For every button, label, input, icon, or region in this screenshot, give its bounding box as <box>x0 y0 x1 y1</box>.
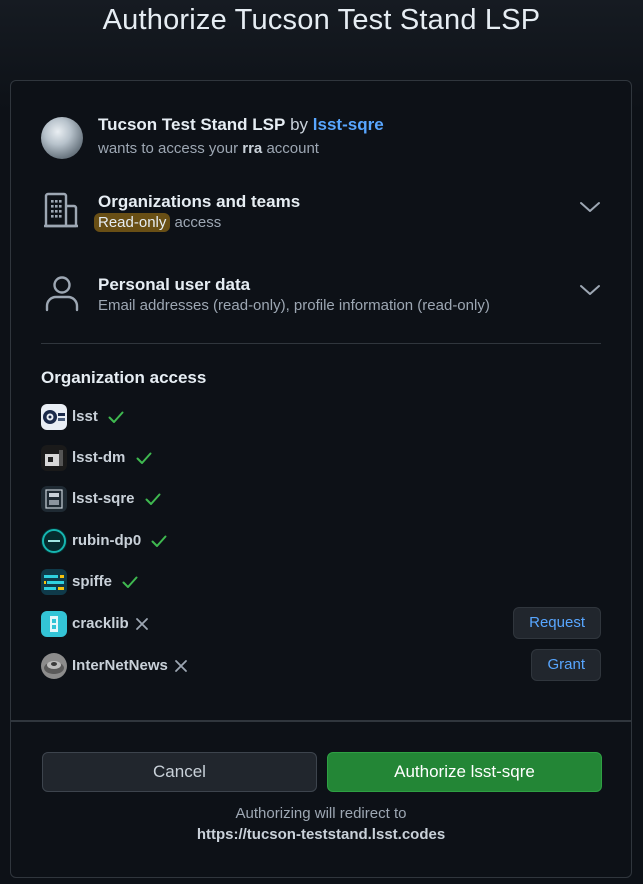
access-prefix: wants to access your <box>98 140 239 157</box>
permission-title-user: Personal user data <box>98 275 251 294</box>
org-name: InterNetNews <box>72 657 168 674</box>
org-avatar <box>41 486 67 512</box>
org-row-lsst-dm: lsst-dm <box>41 441 601 475</box>
org-row-lsst: lsst <box>41 400 601 434</box>
grant-access-button[interactable]: Grant <box>531 649 601 681</box>
check-icon <box>122 574 138 590</box>
org-name: spiffe <box>72 573 113 590</box>
authorize-button[interactable]: Authorize lsst-sqre <box>327 752 602 792</box>
authorize-card: Tucson Test Stand LSP by lsst-sqre wants… <box>10 80 632 878</box>
org-name: cracklib <box>72 615 129 632</box>
org-row-cracklib: cracklib Request <box>41 607 601 641</box>
org-row-spiffe: spiffe <box>41 565 601 599</box>
account-name: rra <box>242 140 263 157</box>
org-avatar <box>41 528 67 554</box>
org-row-internetnews: InterNetNews Grant <box>41 649 601 683</box>
org-row-rubin-dp0: rubin-dp0 <box>41 524 601 558</box>
organization-icon <box>43 191 81 229</box>
cancel-button[interactable]: Cancel <box>42 752 317 792</box>
org-name: rubin-dp0 <box>72 532 142 549</box>
org-name: lsst-dm <box>72 449 126 466</box>
org-avatar <box>41 569 67 595</box>
by-label: by <box>290 115 309 134</box>
permission-desc-orgs: Read-only access <box>94 213 222 232</box>
permission-title-orgs: Organizations and teams <box>98 192 301 211</box>
page-title: Authorize Tucson Test Stand LSP <box>102 4 541 36</box>
app-heading: Tucson Test Stand LSP by lsst-sqre <box>98 115 384 135</box>
org-access-heading: Organization access <box>41 368 207 387</box>
person-icon <box>43 274 81 312</box>
redirect-url: https://tucson-teststand.lsst.codes <box>196 826 446 843</box>
org-avatar <box>41 611 67 637</box>
x-icon <box>134 616 150 632</box>
check-icon <box>145 491 161 507</box>
redirect-note: Authorizing will redirect to <box>235 805 407 822</box>
org-avatar <box>41 653 67 679</box>
app-owner-link[interactable]: lsst-sqre <box>313 115 384 134</box>
app-name: Tucson Test Stand LSP <box>98 115 286 134</box>
check-icon <box>136 450 152 466</box>
read-only-highlight: Read-only <box>94 213 171 232</box>
org-row-lsst-sqre: lsst-sqre <box>41 482 601 516</box>
footer-divider <box>11 720 631 722</box>
chevron-down-icon[interactable] <box>579 283 601 297</box>
permission-desc-suffix: access <box>174 214 222 231</box>
chevron-down-icon[interactable] <box>579 200 601 214</box>
app-avatar <box>41 117 83 159</box>
org-avatar <box>41 404 67 430</box>
x-icon <box>173 658 189 674</box>
org-name: lsst-sqre <box>72 490 135 507</box>
access-suffix: account <box>266 140 319 157</box>
check-icon <box>108 409 124 425</box>
divider <box>41 343 601 344</box>
org-avatar <box>41 445 67 471</box>
request-access-button[interactable]: Request <box>513 607 601 639</box>
org-name: lsst <box>72 408 98 425</box>
check-icon <box>151 533 167 549</box>
app-access-line: wants to access your rra account <box>98 140 319 157</box>
permission-desc-user: Email addresses (read-only), profile inf… <box>98 297 490 314</box>
